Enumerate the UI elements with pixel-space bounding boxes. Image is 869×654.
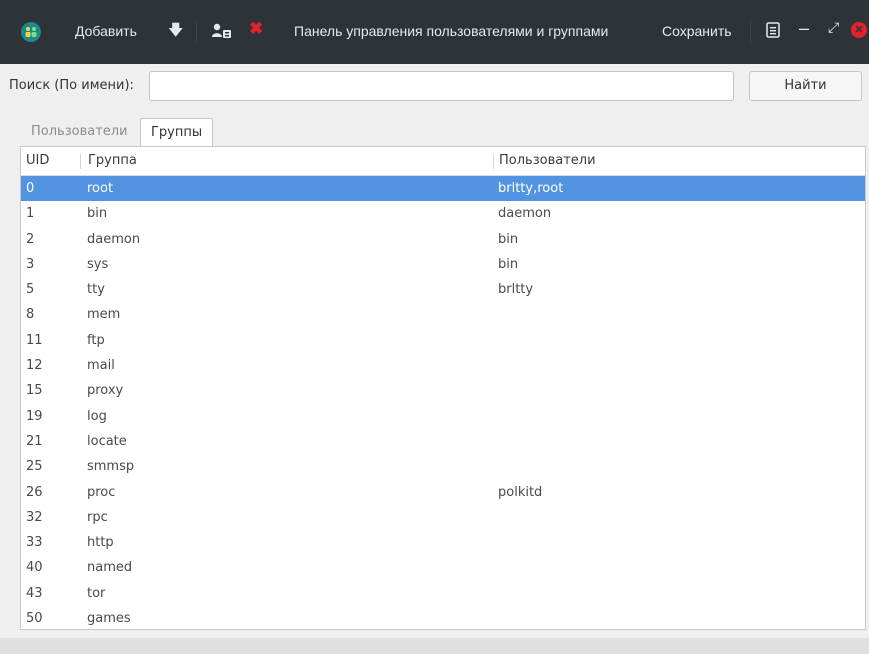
cell-group: sys: [87, 256, 109, 272]
table-row[interactable]: 43 tor: [21, 581, 865, 606]
cell-uid: 21: [26, 433, 43, 449]
cell-uid: 26: [26, 484, 43, 500]
table-row[interactable]: 25 smmsp: [21, 454, 865, 479]
cell-users: bin: [498, 256, 519, 272]
table-row[interactable]: 0 root brltty,root: [21, 176, 865, 202]
save-button[interactable]: Сохранить: [662, 23, 732, 39]
table-row[interactable]: 8 mem: [21, 302, 865, 327]
search-input[interactable]: [149, 71, 734, 101]
cell-users: brltty,root: [498, 181, 564, 196]
cell-uid: 5: [26, 282, 35, 298]
title-bar: Добавить 🡇 ✖ Панель управления пользоват…: [0, 0, 869, 64]
cell-users: brltty: [498, 282, 534, 298]
cell-uid: 15: [26, 383, 43, 399]
table-header: UID Группа Пользователи: [21, 147, 865, 176]
cell-group: smmsp: [87, 459, 135, 475]
cell-uid: 0: [26, 181, 35, 196]
cell-uid: 1: [26, 206, 35, 222]
cell-group: log: [87, 408, 107, 424]
groups-table: UID Группа Пользователи 0 root brltty,root…: [20, 146, 866, 630]
table-row[interactable]: 1 bin daemon: [21, 201, 865, 226]
cell-group: tty: [87, 282, 105, 298]
cell-uid: 8: [26, 307, 35, 323]
tab-groups[interactable]: Группы: [140, 118, 214, 146]
add-button[interactable]: Добавить: [75, 23, 137, 39]
column-divider[interactable]: [80, 154, 81, 169]
table-row[interactable]: 11 ftp: [21, 328, 865, 353]
table-row[interactable]: 33 http: [21, 530, 865, 555]
table-row[interactable]: 5 tty brltty: [21, 277, 865, 302]
cell-users: daemon: [498, 206, 552, 222]
close-icon[interactable]: ✕: [851, 22, 867, 38]
cell-group: mail: [87, 358, 115, 374]
cell-group: daemon: [87, 231, 141, 247]
cell-uid: 40: [26, 560, 43, 576]
cell-group: root: [87, 181, 114, 196]
table-row[interactable]: 15 proxy: [21, 378, 865, 403]
maximize-icon[interactable]: ⤢: [828, 19, 839, 36]
table-row[interactable]: 19 log: [21, 404, 865, 429]
table-row[interactable]: 40 named: [21, 555, 865, 580]
cell-group: proc: [87, 484, 116, 500]
search-button[interactable]: Найти: [749, 71, 862, 101]
table-row[interactable]: 32 rpc: [21, 505, 865, 530]
column-header-uid[interactable]: UID: [26, 153, 49, 168]
arrow-down-icon[interactable]: 🡇: [168, 20, 183, 45]
toolbar-divider: [750, 21, 751, 43]
cell-uid: 3: [26, 256, 35, 272]
cell-users: bin: [498, 231, 519, 247]
cell-group: bin: [87, 206, 108, 222]
status-bar: [0, 638, 869, 654]
table-row[interactable]: 12 mail: [21, 353, 865, 378]
cell-uid: 12: [26, 358, 43, 374]
app-logo-icon: [21, 22, 41, 42]
minimize-icon[interactable]: –: [799, 18, 809, 39]
cell-uid: 32: [26, 509, 43, 525]
tab-users[interactable]: Пользователи: [23, 118, 136, 145]
cell-group: named: [87, 560, 133, 576]
toolbar-divider: [196, 21, 197, 43]
cell-group: ftp: [87, 332, 105, 348]
cell-uid: 43: [26, 585, 43, 601]
cell-group: proxy: [87, 383, 124, 399]
window-title: Панель управления пользователями и групп…: [294, 23, 609, 39]
cell-uid: 33: [26, 535, 43, 551]
table-row[interactable]: 50 games: [21, 606, 865, 629]
table-body: 0 root brltty,root 1 bin daemon 2 daemon bin 3 sys…: [21, 176, 865, 629]
column-header-group[interactable]: Группа: [88, 153, 137, 168]
menu-icon[interactable]: [766, 22, 780, 38]
cell-uid: 19: [26, 408, 43, 424]
user-group-icon[interactable]: [211, 22, 233, 43]
column-divider[interactable]: [493, 154, 494, 169]
delete-icon[interactable]: ✖: [249, 19, 263, 39]
cell-uid: 2: [26, 231, 35, 247]
table-row[interactable]: 26 proc polkitd: [21, 480, 865, 505]
table-row[interactable]: 3 sys bin: [21, 252, 865, 277]
cell-group: tor: [87, 585, 106, 601]
cell-group: http: [87, 535, 114, 551]
cell-uid: 25: [26, 459, 43, 475]
cell-group: locate: [87, 433, 127, 449]
cell-group: mem: [87, 307, 121, 323]
column-header-users[interactable]: Пользователи: [499, 153, 596, 168]
cell-group: games: [87, 611, 131, 627]
cell-group: rpc: [87, 509, 108, 525]
cell-users: polkitd: [498, 484, 543, 500]
cell-uid: 11: [26, 332, 43, 348]
table-row[interactable]: 2 daemon bin: [21, 227, 865, 252]
table-row[interactable]: 21 locate: [21, 429, 865, 454]
search-label: Поиск (По имени):: [9, 78, 134, 93]
cell-uid: 50: [26, 611, 43, 627]
